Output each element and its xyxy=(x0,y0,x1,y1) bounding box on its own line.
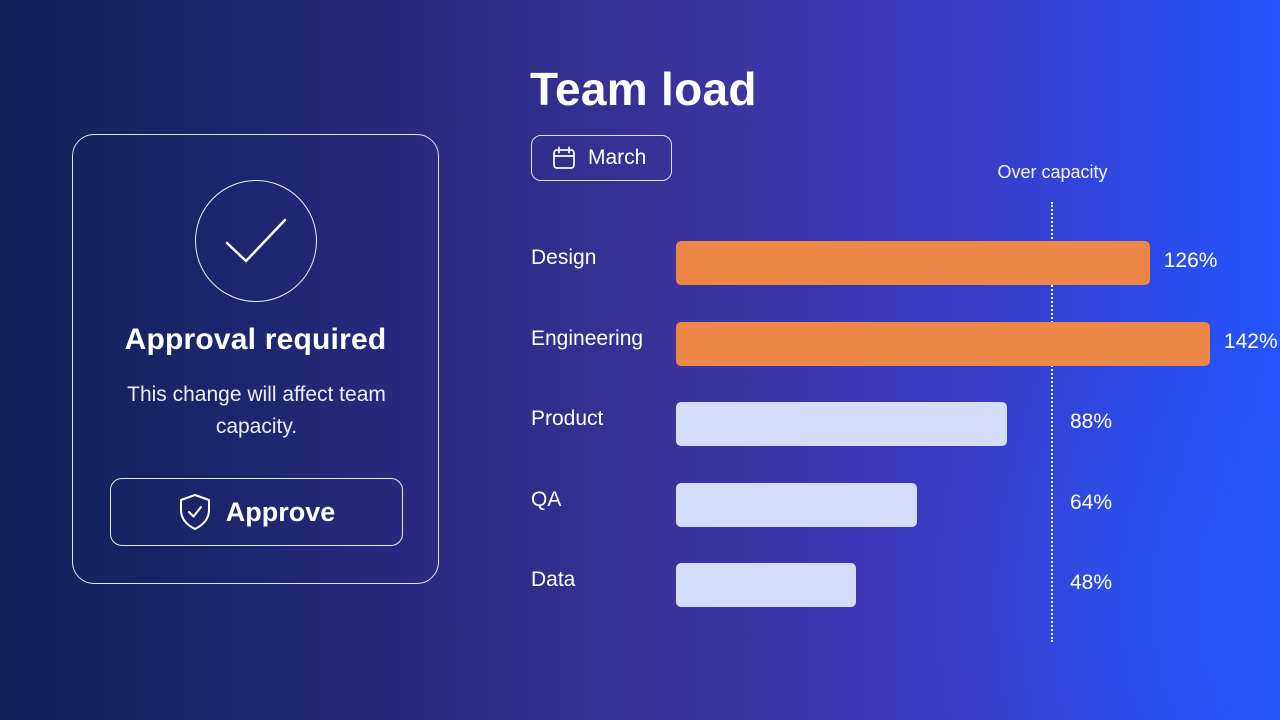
page-title: Team load xyxy=(530,63,757,115)
approve-label: Approve xyxy=(225,496,336,527)
approve-button[interactable]: Approve xyxy=(110,478,403,546)
value-label-engineering: 142% xyxy=(1223,329,1278,353)
value-label-data: 48% xyxy=(1070,571,1113,594)
month-selector[interactable]: March xyxy=(531,135,672,181)
approval-title: Approval required xyxy=(124,323,387,356)
row-label-product: Product xyxy=(531,407,604,430)
row-label-qa: QA xyxy=(531,487,562,511)
row-label-engineering: Engineering xyxy=(531,326,644,350)
bar-qa[interactable] xyxy=(676,482,917,527)
approval-card: Approval required This change will affec… xyxy=(72,134,439,584)
row-label-data: Data xyxy=(531,568,576,591)
bar-engineering[interactable] xyxy=(676,321,1210,366)
threshold-label: Over capacity xyxy=(997,162,1108,182)
bar-design[interactable] xyxy=(676,241,1150,285)
approval-description: This change will affect team capacity. xyxy=(127,383,386,438)
shield-check-icon xyxy=(178,493,212,531)
value-label-qa: 64% xyxy=(1070,490,1113,514)
value-label-product: 88% xyxy=(1070,410,1113,433)
check-circle-icon xyxy=(195,180,317,302)
value-label-design: 126% xyxy=(1163,249,1218,272)
bar-product[interactable] xyxy=(676,402,1007,446)
calendar-icon xyxy=(552,146,576,170)
bar-data[interactable] xyxy=(676,563,857,607)
month-label: March xyxy=(588,146,647,169)
row-label-design: Design xyxy=(531,246,597,269)
